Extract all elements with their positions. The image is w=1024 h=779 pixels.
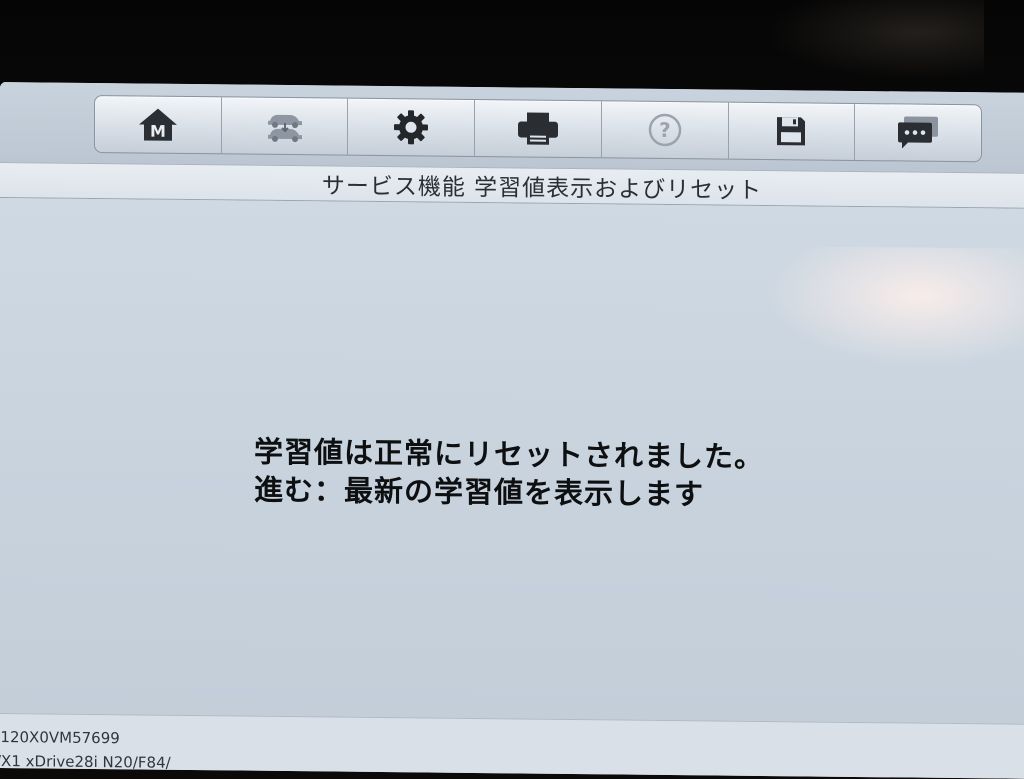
vin-text: I120X0VM57699 (0, 727, 120, 748)
messages-button[interactable] (855, 104, 981, 161)
message-line-1: 学習値は正常にリセットされました。 (254, 434, 765, 475)
chat-icon (896, 114, 940, 150)
save-button[interactable] (728, 102, 856, 160)
vehicle-info-footer: I120X0VM57699 /X1 xDrive28i N20/F84/ (0, 713, 1024, 779)
top-toolbar: M ? (94, 94, 982, 163)
settings-button[interactable] (348, 98, 476, 156)
home-button[interactable]: M (95, 95, 222, 154)
vehicle-swap-icon (262, 109, 308, 143)
svg-text:?: ? (659, 118, 671, 142)
status-message: 学習値は正常にリセットされました。 進む：最新の学習値を表示します (254, 433, 764, 514)
gear-icon (392, 108, 430, 146)
bezel-glare (764, 0, 984, 80)
page-title: サービス機能 学習値表示およびリセット (321, 173, 763, 204)
vehicle-model-text: /X1 xDrive28i N20/F84/ (0, 751, 171, 772)
svg-text:M: M (150, 122, 166, 141)
help-icon: ? (647, 112, 683, 148)
main-content: 学習値は正常にリセットされました。 進む：最新の学習値を表示します (0, 198, 1024, 724)
printer-icon (516, 110, 560, 146)
device-screen: M ? サービス機能 学習値表示およびリセット 学習値は正常にリセットされました… (0, 82, 1024, 779)
help-button[interactable]: ? (601, 101, 729, 159)
toolbar-area: M ? (0, 82, 1024, 173)
screen-glare (764, 246, 1024, 369)
message-line-2: 進む：最新の学習値を表示します (254, 472, 705, 512)
save-icon (774, 114, 808, 148)
vehicle-swap-button[interactable] (221, 97, 349, 155)
home-m-icon: M (137, 106, 179, 142)
print-button[interactable] (475, 99, 602, 158)
